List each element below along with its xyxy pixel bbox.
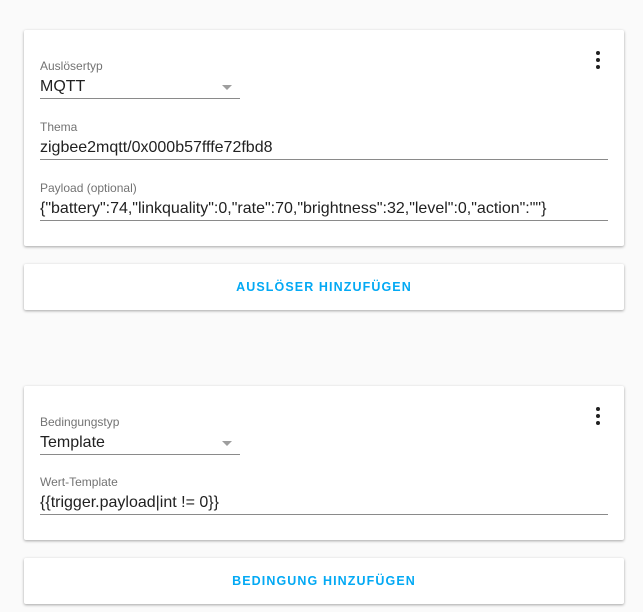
trigger-topic-input[interactable]: zigbee2mqtt/0x000b57fffe72fbd8 (40, 138, 608, 160)
condition-type-value: Template (40, 434, 105, 451)
trigger-type-select[interactable]: Auslösertyp MQTT (40, 59, 240, 99)
trigger-topic-label: Thema (40, 120, 78, 134)
dots-vertical-icon (596, 51, 600, 55)
trigger-card: Auslösertyp MQTT Thema zigbee2mqtt/0x000… (24, 30, 624, 246)
trigger-type-label: Auslösertyp (40, 59, 103, 73)
trigger-payload-input[interactable]: {"battery":74,"linkquality":0,"rate":70,… (40, 199, 608, 221)
dots-vertical-icon-dot (596, 421, 600, 425)
caret-down-icon[interactable] (222, 441, 232, 446)
condition-card: Bedingungstyp Template Wert-Template {{t… (24, 386, 624, 540)
dots-vertical-icon-dot (596, 414, 600, 418)
add-trigger-card: Auslöser hinzufügen (24, 264, 624, 310)
add-trigger-button[interactable]: Auslöser hinzufügen (236, 280, 412, 294)
condition-type-label: Bedingungstyp (40, 415, 120, 429)
condition-menu-button[interactable] (590, 404, 606, 428)
condition-type-value-box[interactable]: Template (40, 433, 240, 455)
caret-down-icon[interactable] (222, 85, 232, 90)
condition-template-field[interactable]: Wert-Template {{trigger.payload|int != 0… (40, 475, 608, 515)
trigger-payload-label: Payload (optional) (40, 181, 137, 195)
condition-type-select[interactable]: Bedingungstyp Template (40, 415, 240, 455)
add-condition-button[interactable]: Bedingung hinzufügen (232, 574, 416, 588)
add-condition-card: Bedingung hinzufügen (24, 558, 624, 604)
dots-vertical-icon (596, 407, 600, 411)
trigger-payload-field[interactable]: Payload (optional) {"battery":74,"linkqu… (40, 181, 608, 221)
trigger-type-value-box[interactable]: MQTT (40, 77, 240, 99)
dots-vertical-icon-dot (596, 58, 600, 62)
trigger-topic-field[interactable]: Thema zigbee2mqtt/0x000b57fffe72fbd8 (40, 120, 608, 160)
condition-template-input[interactable]: {{trigger.payload|int != 0}} (40, 493, 608, 515)
dots-vertical-icon-dot (596, 65, 600, 69)
trigger-type-value: MQTT (40, 78, 86, 95)
trigger-menu-button[interactable] (590, 48, 606, 72)
condition-template-label: Wert-Template (40, 475, 118, 489)
